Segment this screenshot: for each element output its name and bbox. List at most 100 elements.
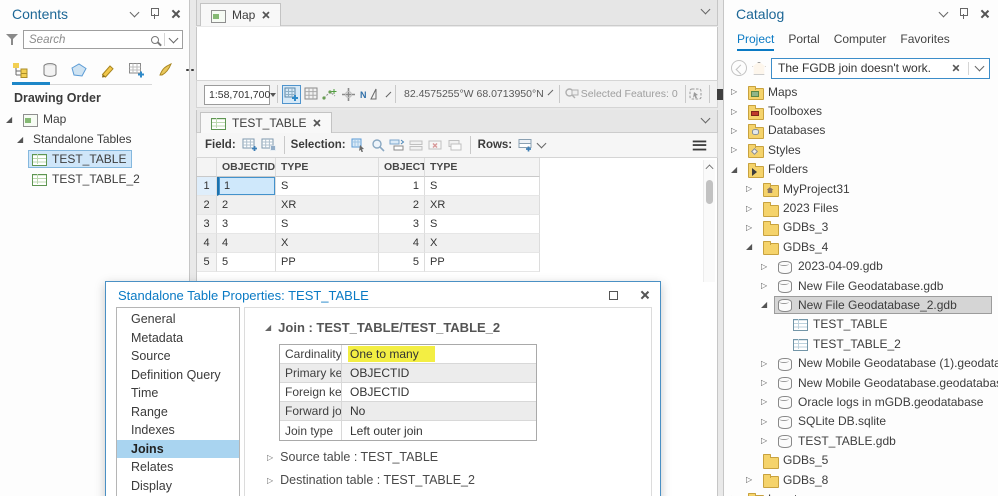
scroll-up-icon[interactable] (705, 164, 714, 173)
close-icon[interactable] (171, 9, 181, 19)
catalog-tab[interactable]: Portal (788, 32, 819, 51)
cell-type[interactable]: X (276, 234, 379, 253)
contents-search-input[interactable]: Search (23, 30, 183, 49)
contents-tree-item[interactable]: TEST_TABLE (0, 149, 189, 169)
dialog-menu-item[interactable]: Indexes (117, 421, 239, 440)
table-row[interactable]: 5 5 PP 5 PP (197, 253, 717, 272)
cell-type[interactable]: PP (276, 253, 379, 272)
catalog-tab[interactable]: Computer (834, 32, 887, 51)
expander-icon[interactable]: ▷ (761, 417, 774, 426)
cell-objectid[interactable]: 3 (217, 215, 276, 234)
zoom-to-selection-button[interactable] (369, 136, 388, 155)
table-row[interactable]: 4 4 X 4 X (197, 234, 717, 253)
close-icon[interactable] (640, 290, 650, 300)
expander-icon[interactable]: ▷ (761, 378, 774, 387)
expander-icon[interactable]: ◢ (6, 115, 19, 124)
chevron-down-icon[interactable] (547, 89, 554, 96)
add-row-button[interactable] (516, 136, 535, 155)
catalog-tree-item[interactable]: TEST_TABLE (724, 315, 998, 334)
row-number[interactable]: 3 (197, 215, 217, 234)
expander-icon[interactable]: ▷ (746, 475, 759, 484)
expander-closed-icon[interactable]: ▷ (267, 476, 273, 485)
list-by-editing-button[interactable] (99, 61, 117, 80)
dialog-menu-item[interactable]: Joins (117, 439, 239, 458)
catalog-tree-item[interactable]: ▷ New File Geodatabase.gdb (724, 276, 998, 295)
expander-icon[interactable]: ▷ (731, 126, 744, 135)
chevron-down-icon[interactable] (700, 4, 711, 15)
expander-icon[interactable]: ◢ (17, 135, 30, 144)
measure-button[interactable] (320, 85, 339, 104)
table-row[interactable]: 2 2 XR 2 XR (197, 196, 717, 215)
selection-box-button[interactable] (687, 85, 706, 104)
cell-type[interactable]: XR (276, 196, 379, 215)
north-arrow-button[interactable]: N (358, 85, 384, 104)
snap-grid-button[interactable] (282, 84, 301, 104)
expander-icon[interactable]: ◢ (761, 300, 774, 309)
vertical-scrollbar[interactable] (703, 160, 715, 282)
cell-objectid-joined[interactable]: 4 (379, 234, 425, 253)
calculate-field-button[interactable] (260, 136, 279, 155)
catalog-search-input[interactable]: The FGDB join doesn't work. (771, 57, 990, 79)
pin-icon[interactable] (150, 8, 159, 20)
pause-drawing-button[interactable] (716, 88, 723, 100)
contents-tree-item[interactable]: ◢ Standalone Tables (0, 129, 189, 149)
catalog-tree-item[interactable]: ▷ Toolboxes (724, 101, 998, 120)
catalog-tree-item[interactable]: ▷ Oracle logs in mGDB.geodatabase (724, 392, 998, 411)
catalog-tree-item[interactable]: ▷ 2023-04-09.gdb (724, 257, 998, 276)
cell-type[interactable]: S (276, 215, 379, 234)
add-field-button[interactable] (241, 136, 260, 155)
row-number[interactable]: 4 (197, 234, 217, 253)
select-by-attributes-button[interactable] (350, 136, 369, 155)
cell-type-joined[interactable]: S (425, 177, 540, 196)
contents-tree-item[interactable]: ◢ Map (0, 109, 189, 129)
catalog-tree-item[interactable]: ▷ GDBs_3 (724, 218, 998, 237)
expander-closed-icon[interactable]: ▷ (267, 453, 273, 462)
list-by-labeling-button[interactable] (157, 61, 175, 80)
catalog-tree-item[interactable]: ▷ Databases (724, 121, 998, 140)
row-selector-header[interactable] (197, 158, 217, 177)
row-number[interactable]: 5 (197, 253, 217, 272)
clear-selection-button[interactable] (407, 136, 426, 155)
catalog-tree-item[interactable]: ◢ GDBs_4 (724, 237, 998, 256)
close-tab-icon[interactable] (313, 119, 322, 128)
cell-type[interactable]: S (276, 177, 379, 196)
cell-type-joined[interactable]: XR (425, 196, 540, 215)
cell-objectid-joined[interactable]: 5 (379, 253, 425, 272)
dialog-menu-item[interactable]: Definition Query (117, 366, 239, 385)
catalog-tree-item[interactable]: ▷ Maps (724, 82, 998, 101)
chevron-down-icon[interactable] (168, 33, 179, 43)
expander-icon[interactable]: ▷ (761, 281, 774, 290)
chevron-down-icon[interactable] (129, 7, 140, 18)
table-row[interactable]: 1 1 S 1 S (197, 177, 717, 196)
catalog-tree-item[interactable]: TEST_TABLE_2 (724, 334, 998, 353)
grid-button[interactable] (301, 85, 320, 104)
dialog-menu-item[interactable]: Display (117, 477, 239, 496)
column-header[interactable]: OBJECTID * (217, 158, 276, 177)
table-row[interactable]: 3 3 S 3 S (197, 215, 717, 234)
test-table-tab[interactable]: TEST_TABLE (200, 112, 333, 133)
list-by-drawing-order-button[interactable] (12, 61, 30, 80)
catalog-tree-item[interactable]: ◢ Folders (724, 160, 998, 179)
expander-icon[interactable]: ▷ (731, 107, 744, 116)
home-icon[interactable] (752, 62, 766, 75)
scrollbar-thumb[interactable] (706, 180, 713, 204)
catalog-tree-item[interactable]: ▷ MyProject31 (724, 179, 998, 198)
column-header[interactable]: OBJECTID (379, 158, 425, 177)
cell-objectid-joined[interactable]: 3 (379, 215, 425, 234)
catalog-tree-item[interactable]: ▷ TEST_TABLE.gdb (724, 431, 998, 450)
cell-objectid[interactable]: 5 (217, 253, 276, 272)
filter-icon[interactable] (6, 33, 19, 46)
column-header[interactable]: TYPE (276, 158, 379, 177)
map-tab[interactable]: Map (200, 3, 282, 26)
catalog-tree-item[interactable]: GDBs_5 (724, 450, 998, 469)
chevron-down-icon[interactable] (700, 113, 711, 124)
cell-type-joined[interactable]: X (425, 234, 540, 253)
expander-open-icon[interactable]: ◢ (265, 323, 271, 332)
expander-icon[interactable]: ▷ (731, 87, 744, 96)
maximize-icon[interactable] (609, 290, 618, 300)
list-by-data-source-button[interactable] (41, 61, 59, 80)
expander-icon[interactable]: ▷ (731, 145, 744, 154)
catalog-tree-item[interactable]: ◢ New File Geodatabase_2.gdb (724, 295, 998, 314)
expander-icon[interactable]: ▷ (746, 204, 759, 213)
cell-objectid-joined[interactable]: 2 (379, 196, 425, 215)
